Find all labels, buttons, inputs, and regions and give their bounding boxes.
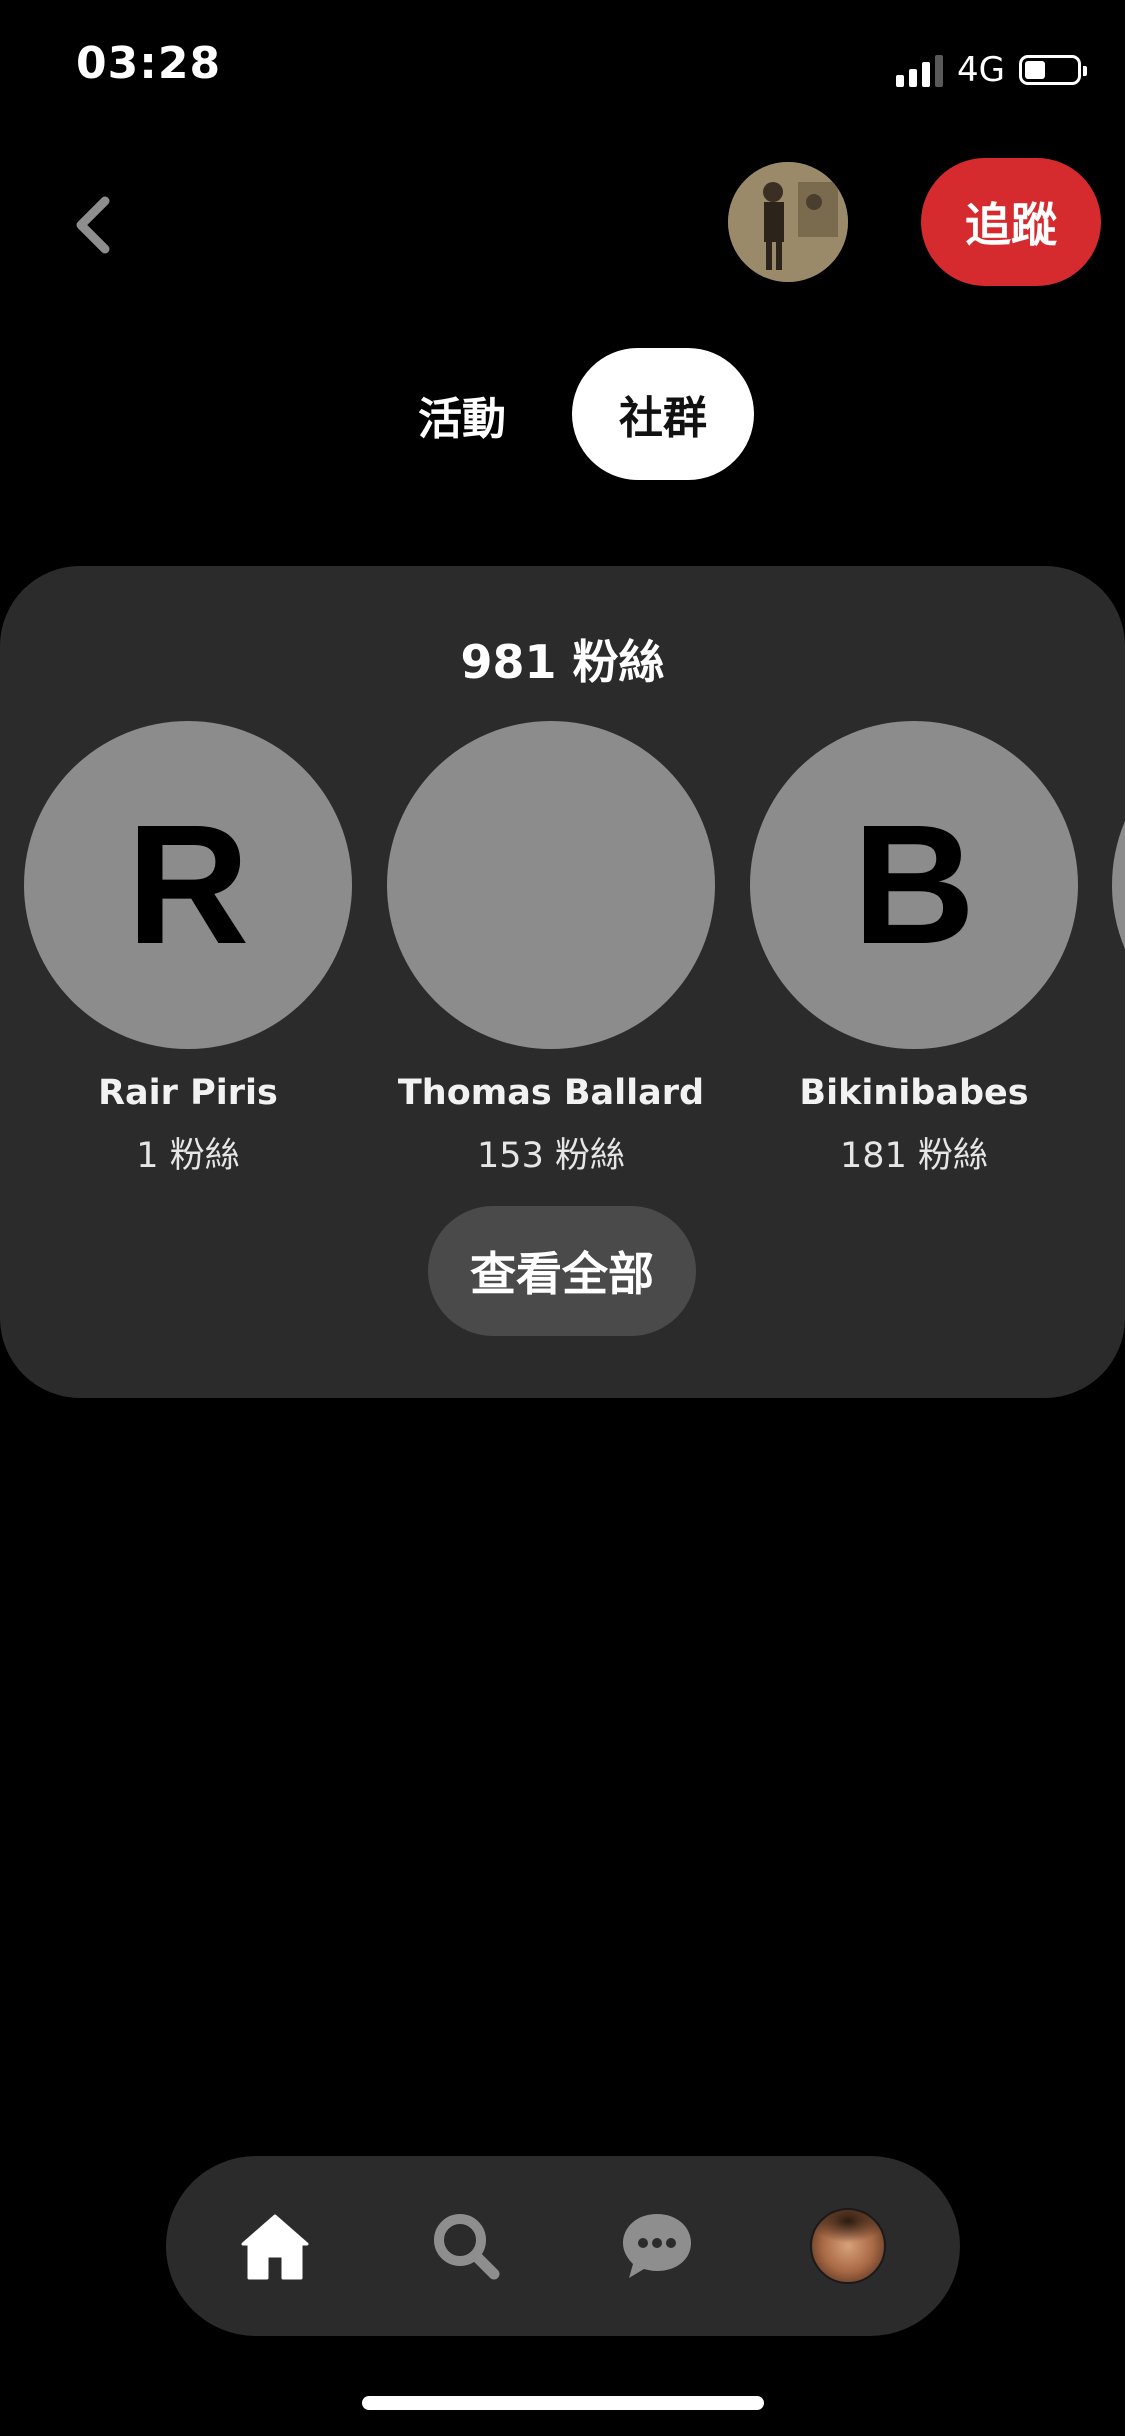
avatar[interactable]: R — [24, 721, 352, 1049]
chevron-left-icon — [76, 196, 110, 254]
battery-icon — [1019, 55, 1087, 85]
view-all-button[interactable]: 查看全部 — [428, 1206, 696, 1336]
followers-count-title: 981 粉絲 — [460, 635, 665, 689]
bottom-nav — [166, 2156, 960, 2336]
follower-count: 1 粉絲 — [136, 1136, 240, 1176]
chat-bubble-icon — [623, 2214, 691, 2278]
follower-item[interactable]: B Bikinibabes 181 粉絲 — [750, 721, 1078, 1178]
followers-card: 981 粉絲 R Rair Piris 1 粉絲 Thomas Ballard … — [0, 566, 1125, 1398]
avatar-photo — [728, 162, 848, 282]
home-indicator — [362, 2396, 764, 2410]
tab-community[interactable]: 社群 — [572, 348, 754, 480]
avatar[interactable] — [387, 721, 715, 1049]
follower-name: Rair Piris — [98, 1073, 278, 1113]
next-follower-avatar[interactable] — [1112, 721, 1125, 1049]
follower-item[interactable]: R Rair Piris 1 粉絲 — [24, 721, 352, 1178]
search-icon — [434, 2214, 500, 2280]
back-button[interactable] — [58, 180, 128, 270]
tab-activity[interactable]: 活動 — [404, 350, 520, 480]
home-icon — [241, 2214, 309, 2280]
status-indicators: 4G — [896, 50, 1087, 90]
follower-name: Thomas Ballard — [397, 1073, 705, 1113]
nav-home[interactable] — [225, 2196, 325, 2296]
profile-avatar-icon — [810, 2208, 886, 2284]
nav-messages[interactable] — [607, 2196, 707, 2296]
follower-count: 153 粉絲 — [477, 1136, 625, 1176]
nav-profile[interactable] — [798, 2196, 898, 2296]
follower-name: Bikinibabes — [799, 1073, 1029, 1113]
nav-search[interactable] — [416, 2196, 516, 2296]
follower-item[interactable]: Thomas Ballard 153 粉絲 — [387, 721, 715, 1178]
avatar[interactable]: B — [750, 721, 1078, 1049]
signal-icon — [896, 53, 944, 87]
network-label: 4G — [957, 50, 1005, 90]
status-time: 03:28 — [76, 38, 222, 89]
follow-button[interactable]: 追蹤 — [921, 158, 1101, 286]
follower-count: 181 粉絲 — [840, 1136, 988, 1176]
profile-avatar[interactable] — [728, 162, 848, 282]
